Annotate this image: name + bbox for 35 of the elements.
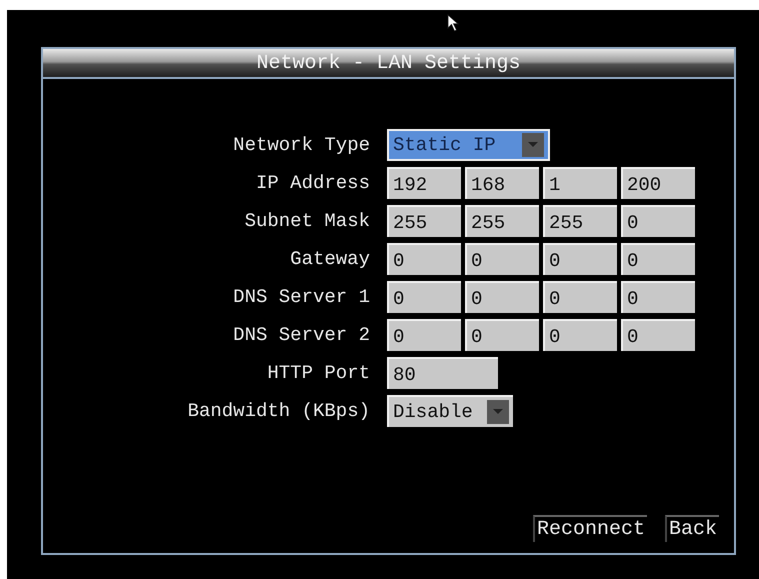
input-field[interactable]: 1 [543,167,617,199]
dropdown[interactable]: Disable [387,395,513,427]
mouse-pointer-icon [447,14,461,32]
window-title: Network - LAN Settings [256,52,521,74]
menu-button[interactable]: Back [664,515,719,542]
input-field[interactable]: 0 [465,319,539,351]
input-field[interactable]: 255 [387,205,461,237]
input-field[interactable]: 0 [621,319,695,351]
field-label: DNS Server 2 [232,324,370,346]
input-field[interactable]: 255 [465,205,539,237]
field-label: Gateway [289,248,370,270]
input-field[interactable]: 0 [543,319,617,351]
input-field[interactable]: 0 [621,281,695,313]
field-label: Bandwidth (KBps) [186,400,370,422]
input-field[interactable]: 0 [621,205,695,237]
input-field[interactable]: 0 [621,243,695,275]
input-field[interactable]: 255 [543,205,617,237]
input-field[interactable]: 0 [465,281,539,313]
input-field[interactable]: 0 [543,281,617,313]
input-field[interactable]: 0 [387,319,461,351]
field-label: IP Address [254,172,370,194]
field-label: Network Type [232,134,370,156]
dropdown[interactable]: Static IP [387,129,550,161]
field-label: DNS Server 1 [232,286,370,308]
input-field[interactable]: 0 [387,281,461,313]
input-field[interactable]: 0 [465,243,539,275]
field-label: HTTP Port [266,362,370,384]
input-field[interactable]: 168 [465,167,539,199]
input-field[interactable]: 0 [387,243,461,275]
input-field[interactable]: 0 [543,243,617,275]
input-field[interactable]: 80 [387,357,498,389]
menu-button[interactable]: Reconnect [532,515,647,542]
input-field[interactable]: 192 [387,167,461,199]
input-field[interactable]: 200 [621,167,695,199]
field-label: Subnet Mask [244,210,370,232]
